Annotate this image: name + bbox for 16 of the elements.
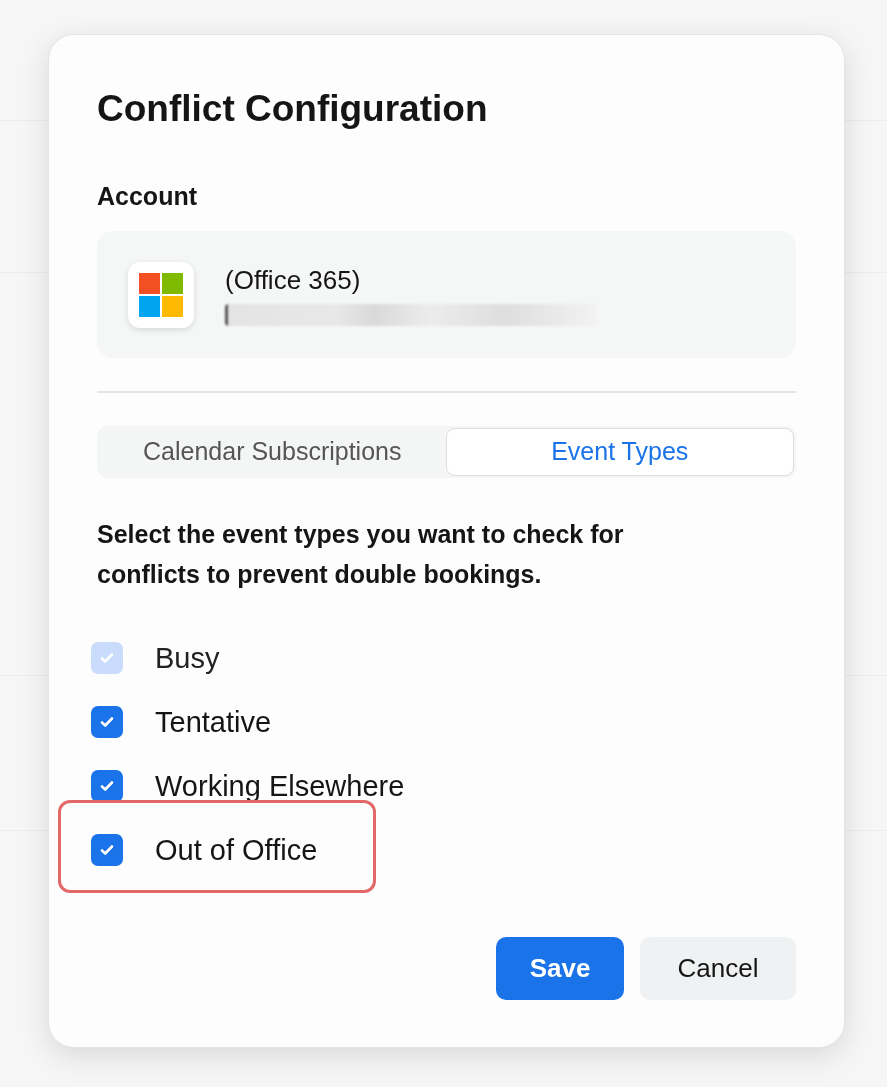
checkbox-label: Working Elsewhere <box>155 769 405 804</box>
microsoft-logo-icon <box>128 261 194 328</box>
tab[interactable]: Event Types <box>445 428 794 476</box>
checkbox[interactable] <box>91 706 123 738</box>
checkbox-label: Out of Office <box>155 833 318 868</box>
checkbox[interactable] <box>91 770 123 802</box>
section-label: Account <box>97 181 197 211</box>
checkbox-label: Busy <box>155 641 220 676</box>
account-name: (Office 365) <box>225 263 361 296</box>
save-button[interactable]: Save <box>496 937 624 1000</box>
checkbox[interactable] <box>91 834 123 866</box>
description: Select the event types you want to check for conflicts to prevent double bookings. <box>97 519 625 590</box>
dialog-title: Conflict Configuration <box>97 87 488 131</box>
tab[interactable]: Calendar Subscriptions <box>99 428 446 476</box>
checkbox-label: Tentative <box>155 705 272 740</box>
cancel-button[interactable]: Cancel <box>640 937 796 1000</box>
